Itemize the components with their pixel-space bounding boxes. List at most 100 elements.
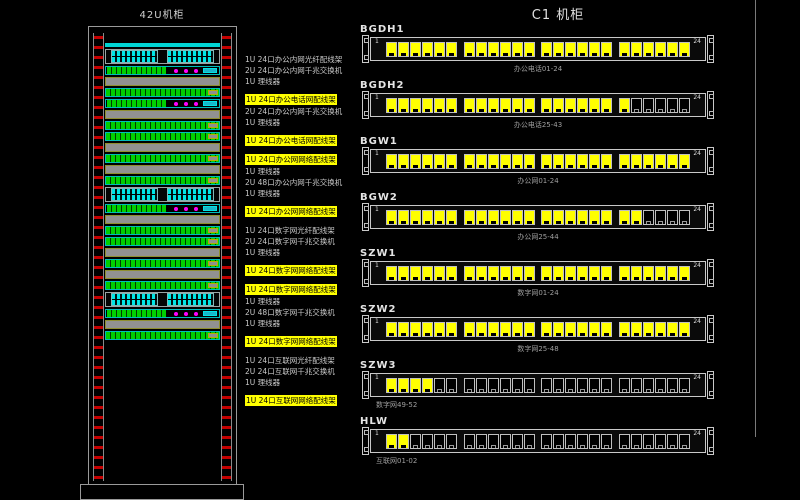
port-group — [464, 378, 535, 393]
rj45-port-used — [422, 266, 433, 281]
rj45-port-empty — [410, 434, 421, 449]
port-group — [464, 210, 535, 225]
rj45-port-used — [386, 434, 397, 449]
rj45-port-used — [565, 266, 576, 281]
rj45-port-used — [500, 322, 511, 337]
rj45-port-empty — [476, 434, 487, 449]
legend-item: 1U 理线器 — [245, 318, 363, 329]
port-group — [386, 98, 457, 113]
rj45-port-used — [410, 322, 421, 337]
rj45-port-empty — [553, 434, 564, 449]
port-group — [541, 210, 612, 225]
rj45-port-used — [565, 210, 576, 225]
rj45-port-empty — [643, 378, 654, 393]
rj45-port-used — [386, 322, 397, 337]
port-row — [386, 322, 690, 337]
port-number-first: 1 — [375, 430, 379, 437]
panel-label: BGW2 — [360, 192, 716, 205]
legend-item-highlighted: 1U 24口数字网网络配线架 — [245, 265, 337, 276]
port-row — [386, 266, 690, 281]
rj45-port-used — [398, 378, 409, 393]
rj45-port-used — [589, 210, 600, 225]
rack-unit-fiber — [105, 99, 220, 108]
rj45-port-used — [410, 266, 421, 281]
rj45-port-empty — [679, 434, 690, 449]
rj45-port-used — [464, 322, 475, 337]
rack-unit-patch — [105, 121, 220, 130]
legend-item: 2U 24口互联网千兆交换机 — [245, 366, 363, 377]
rj45-port-used — [398, 266, 409, 281]
legend-item-highlighted: 1U 24口数字网网络配线架 — [245, 284, 337, 295]
rj45-port-used — [500, 98, 511, 113]
panel-mount-ear — [362, 35, 369, 63]
rj45-port-empty — [524, 378, 535, 393]
patch-panel: 124 — [370, 429, 706, 453]
rj45-port-used — [524, 42, 535, 57]
rj45-port-used — [398, 210, 409, 225]
port-group — [541, 42, 612, 57]
panel-label: BGDH2 — [360, 80, 716, 93]
rj45-port-used — [410, 154, 421, 169]
legend-item-highlighted: 1U 24口办公电话网配线架 — [245, 135, 337, 146]
rj45-port-used — [524, 266, 535, 281]
panel-mount-ear — [362, 315, 369, 343]
rj45-port-used — [553, 154, 564, 169]
patch-panel: 124 — [370, 37, 706, 61]
port-number-first: 1 — [375, 318, 379, 325]
panel-caption: 办公网01-24 — [360, 176, 716, 186]
rj45-port-empty — [446, 434, 457, 449]
port-group — [541, 98, 612, 113]
port-group — [386, 434, 457, 449]
rack-unit-blank — [105, 143, 220, 152]
rack-unit-blank — [105, 77, 220, 86]
rack-units — [105, 43, 220, 342]
panel-caption: 办公电话01-24 — [360, 64, 716, 74]
rj45-port-empty — [655, 210, 666, 225]
legend-item: 2U 24口数字网千兆交换机 — [245, 236, 363, 247]
rj45-port-used — [655, 322, 666, 337]
legend-item: 1U 理线器 — [245, 166, 363, 177]
port-group — [386, 42, 457, 57]
port-group — [464, 322, 535, 337]
rj45-port-used — [512, 322, 523, 337]
rj45-port-empty — [500, 434, 511, 449]
rj45-port-used — [410, 42, 421, 57]
rj45-port-used — [422, 378, 433, 393]
rack-base — [80, 484, 244, 500]
panel-section-szw1: SZW1124数字网01-24 — [360, 248, 716, 298]
rack-unit-switch — [105, 49, 220, 64]
port-group — [464, 98, 535, 113]
rj45-port-used — [476, 154, 487, 169]
port-group — [541, 154, 612, 169]
rj45-port-empty — [553, 378, 564, 393]
port-number-first: 1 — [375, 206, 379, 213]
rj45-port-empty — [464, 378, 475, 393]
patch-panel: 124 — [370, 373, 706, 397]
rj45-port-empty — [422, 434, 433, 449]
panel-caption: 办公网25-44 — [360, 232, 716, 242]
rj45-port-used — [577, 154, 588, 169]
rj45-port-empty — [631, 378, 642, 393]
rack-unit-patch — [105, 281, 220, 290]
rj45-port-used — [619, 210, 630, 225]
rj45-port-used — [667, 322, 678, 337]
port-group — [541, 434, 612, 449]
rj45-port-used — [655, 42, 666, 57]
rj45-port-used — [386, 42, 397, 57]
panel-mount-ear — [707, 147, 714, 175]
rj45-port-used — [524, 98, 535, 113]
port-group — [464, 434, 535, 449]
panel-mount-ear — [362, 203, 369, 231]
rj45-port-empty — [679, 98, 690, 113]
rj45-port-used — [410, 98, 421, 113]
port-group — [541, 378, 612, 393]
rj45-port-empty — [619, 434, 630, 449]
rj45-port-used — [512, 42, 523, 57]
panel-caption: 数字网49-52 — [360, 400, 716, 410]
patch-panel: 124 — [370, 149, 706, 173]
rj45-port-used — [553, 266, 564, 281]
panel-caption: 数字网01-24 — [360, 288, 716, 298]
rj45-port-used — [476, 322, 487, 337]
rj45-port-used — [541, 42, 552, 57]
legend-item: 2U 24口办公内网千兆交换机 — [245, 106, 363, 117]
